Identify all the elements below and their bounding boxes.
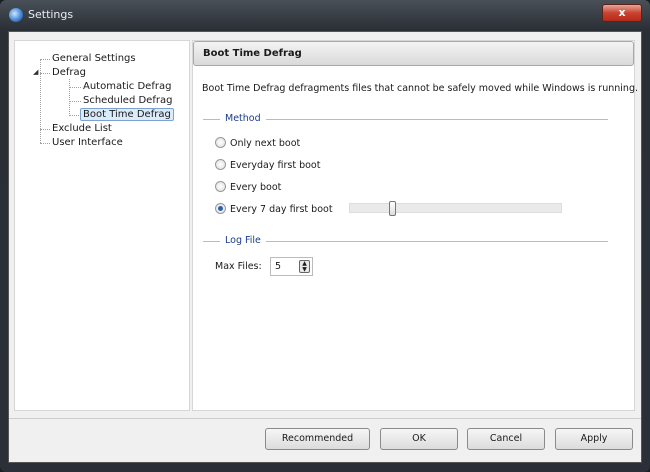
apply-button[interactable]: Apply (555, 428, 633, 450)
tree-item-user-interface[interactable]: User Interface (52, 137, 123, 148)
radio-everyday-first-boot[interactable]: Everyday first boot (215, 159, 320, 171)
radio-icon (215, 181, 226, 192)
max-files-value[interactable]: 5 (275, 261, 281, 272)
radio-only-next-boot[interactable]: Only next boot (215, 137, 300, 149)
expand-triangle-icon[interactable]: ◢ (33, 68, 38, 76)
radio-every-7-day-first-boot[interactable]: Every 7 day first boot (215, 203, 333, 215)
divider (9, 418, 641, 419)
ok-button[interactable]: OK (380, 428, 458, 450)
panel-description: Boot Time Defrag defragments files that … (202, 83, 638, 94)
radio-label: Only next boot (230, 138, 301, 149)
method-group: Method (203, 113, 608, 124)
radio-label: Every 7 day first boot (230, 204, 333, 215)
tree-item-automatic-defrag[interactable]: Automatic Defrag (83, 81, 171, 92)
max-files-label: Max Files: (215, 261, 262, 272)
title-bar[interactable]: Settings x (0, 0, 650, 30)
max-files-stepper[interactable]: 5 ▲ ▼ (270, 257, 313, 276)
panel-header: Boot Time Defrag (193, 41, 634, 66)
window-title: Settings (28, 8, 74, 21)
radio-icon (215, 159, 226, 170)
settings-tree: General Settings ◢ Defrag Automatic Defr… (14, 40, 190, 411)
method-label: Method (220, 113, 266, 124)
app-icon (9, 8, 23, 22)
tree-item-scheduled-defrag[interactable]: Scheduled Defrag (83, 95, 172, 106)
close-button[interactable]: x (602, 4, 642, 22)
radio-selected-icon (215, 203, 226, 214)
recommended-button[interactable]: Recommended (265, 428, 370, 450)
tree-item-defrag[interactable]: Defrag (52, 67, 86, 78)
radio-every-boot[interactable]: Every boot (215, 181, 281, 193)
radio-icon (215, 137, 226, 148)
log-file-group: Log File (203, 235, 608, 246)
tree-item-boot-time-defrag[interactable]: Boot Time Defrag (80, 108, 174, 121)
settings-panel: Boot Time Defrag Boot Time Defrag defrag… (192, 40, 638, 411)
log-file-label: Log File (220, 235, 266, 246)
spin-up-down-icon[interactable]: ▲ ▼ (299, 260, 310, 273)
radio-label: Everyday first boot (230, 160, 321, 171)
radio-label: Every boot (230, 182, 282, 193)
tree-item-exclude-list[interactable]: Exclude List (52, 123, 112, 134)
day-interval-slider[interactable] (349, 201, 562, 216)
cancel-button[interactable]: Cancel (467, 428, 545, 450)
slider-thumb[interactable] (388, 201, 396, 216)
tree-item-general-settings[interactable]: General Settings (52, 53, 136, 64)
